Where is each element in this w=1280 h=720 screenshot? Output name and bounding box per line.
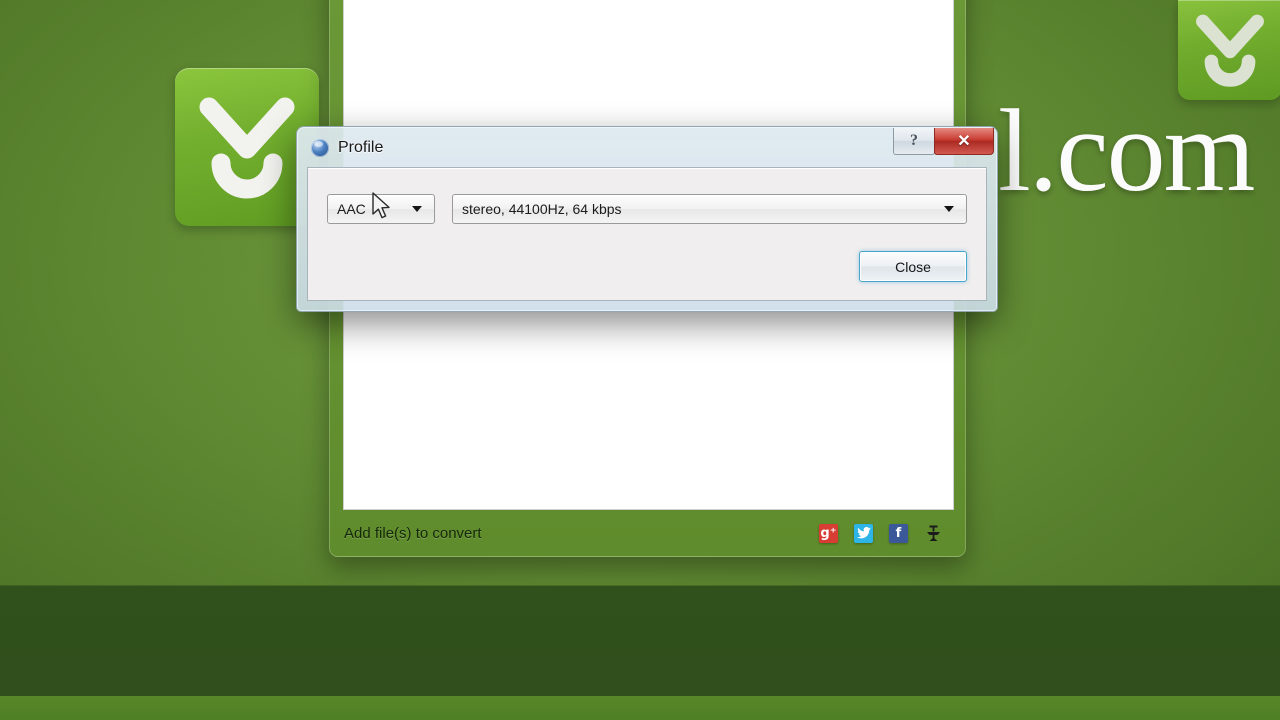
close-button-label: Close xyxy=(895,258,931,275)
help-button[interactable]: ? xyxy=(893,128,935,155)
quality-dropdown-value: stereo, 44100Hz, 64 kbps xyxy=(462,201,622,217)
app-footer: Add file(s) to convert g⁺ f xyxy=(330,510,965,556)
chevron-smile-icon xyxy=(199,97,295,199)
chevron-smile-icon xyxy=(1196,14,1264,87)
dialog-client-area: AAC stereo, 44100Hz, 64 kbps Close xyxy=(307,167,987,301)
bottom-letterbox-band xyxy=(0,586,1280,696)
twitter-icon[interactable] xyxy=(854,523,873,543)
facebook-icon[interactable]: f xyxy=(889,523,908,543)
format-dropdown[interactable]: AAC xyxy=(327,194,435,224)
google-plus-glyph: g⁺ xyxy=(820,525,837,541)
facebook-glyph: f xyxy=(895,525,902,541)
help-glyph: ? xyxy=(910,132,918,149)
profile-dialog: Profile ? ✕ AAC stereo, 44100Hz, 64 kbps… xyxy=(296,126,998,312)
profile-controls-row: AAC stereo, 44100Hz, 64 kbps xyxy=(327,194,967,224)
google-plus-icon[interactable]: g⁺ xyxy=(819,523,838,543)
close-window-button[interactable]: ✕ xyxy=(934,128,994,155)
dialog-title: Profile xyxy=(338,139,384,156)
brand-domain-text: l.com xyxy=(998,85,1255,216)
dialog-titlebar[interactable]: Profile ? ✕ xyxy=(301,128,994,165)
quality-dropdown[interactable]: stereo, 44100Hz, 64 kbps xyxy=(452,194,967,224)
app-globe-icon xyxy=(311,139,329,157)
add-files-label[interactable]: Add file(s) to convert xyxy=(344,525,803,542)
chevron-down-icon xyxy=(412,206,422,212)
bottom-strip xyxy=(0,696,1280,720)
window-controls: ? ✕ xyxy=(893,128,994,155)
share-icon[interactable] xyxy=(924,524,943,543)
close-button[interactable]: Close xyxy=(859,251,967,282)
format-dropdown-value: AAC xyxy=(337,201,366,217)
close-icon: ✕ xyxy=(957,133,971,150)
chevron-down-icon xyxy=(944,206,954,212)
